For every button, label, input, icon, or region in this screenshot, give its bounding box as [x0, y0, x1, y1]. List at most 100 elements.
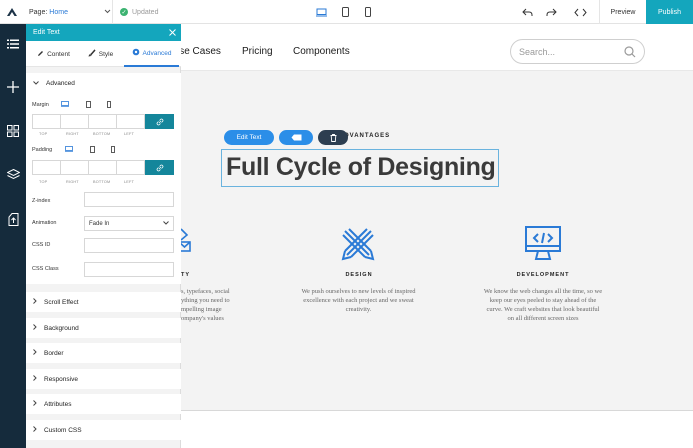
search-input[interactable]: Search... [510, 39, 645, 64]
plus-icon[interactable] [0, 75, 26, 99]
chevron-right-icon [33, 349, 37, 357]
desktop-view-button[interactable] [312, 0, 330, 24]
zindex-label: Z-index [32, 198, 51, 204]
panel-title: Edit Text [26, 24, 181, 41]
trash-icon[interactable] [318, 130, 348, 145]
nav-link-components[interactable]: Components [293, 46, 350, 57]
gear-icon [132, 48, 140, 58]
feature-text: We push ourselves to new levels of inspi… [301, 288, 416, 313]
move-handle-icon[interactable] [279, 130, 313, 145]
logo-icon[interactable] [0, 0, 24, 24]
page-select[interactable]: Page: Home [29, 0, 111, 24]
save-status-text: Updated [132, 8, 159, 16]
side-label-bottom: BOTTOM [93, 132, 111, 136]
headline[interactable]: Full Cycle of Designing [226, 153, 496, 182]
tablet-view-button[interactable] [336, 0, 354, 24]
redo-button[interactable] [541, 0, 561, 24]
chevron-down-icon [163, 220, 169, 227]
undo-button[interactable] [517, 0, 537, 24]
css-class-label: CSS Class [32, 266, 59, 272]
side-label-bottom: BOTTOM [93, 180, 111, 184]
page-select-value: Home [49, 8, 68, 16]
side-label-left: LEFT [124, 180, 135, 184]
mobile-view-button[interactable] [359, 0, 377, 24]
chevron-right-icon [33, 400, 37, 408]
desktop-icon[interactable] [65, 145, 73, 153]
section-advanced-toggle[interactable]: Advanced [26, 73, 181, 93]
panel-tabs: Content Style Advanced [26, 41, 181, 67]
left-rail [0, 24, 26, 448]
nav-link-pricing[interactable]: Pricing [242, 46, 273, 57]
feature-title: DESIGN [345, 272, 373, 278]
grid-icon[interactable] [0, 119, 26, 143]
css-id-label: CSS ID [32, 242, 51, 248]
side-label-top: TOP [39, 132, 48, 136]
margin-right-input[interactable] [60, 114, 89, 129]
chevron-right-icon [33, 426, 37, 434]
layers-list-icon[interactable] [0, 32, 26, 56]
advanced-settings: Margin TOP RIGHT BOTTOM LEFT Padding TOP… [26, 92, 181, 284]
mobile-icon[interactable] [105, 100, 113, 108]
section-custom-css-toggle[interactable]: Custom CSS [26, 420, 181, 440]
css-class-input[interactable] [84, 262, 174, 277]
design-tools-icon [340, 226, 376, 267]
element-toolbar: Edit Text [224, 130, 348, 145]
desktop-icon[interactable] [61, 100, 69, 108]
page-select-label: Page: [29, 8, 48, 16]
canvas [181, 24, 693, 448]
chevron-right-icon [33, 375, 37, 383]
tab-content[interactable]: Content [30, 41, 77, 67]
tab-style[interactable]: Style [77, 41, 124, 67]
padding-label: Padding [32, 147, 53, 153]
link-icon[interactable] [145, 114, 174, 129]
upload-icon[interactable] [0, 207, 26, 231]
stack-icon[interactable] [0, 163, 26, 187]
pencil-icon [37, 50, 44, 59]
check-circle-icon: ✓ [120, 8, 128, 16]
margin-label: Margin [32, 102, 49, 108]
preview-button[interactable]: Preview [599, 0, 646, 24]
chevron-right-icon [33, 324, 37, 332]
close-icon[interactable] [166, 24, 178, 41]
publish-button[interactable]: Publish [646, 0, 693, 24]
side-label-right: RIGHT [66, 132, 79, 136]
divider [181, 70, 693, 71]
padding-bottom-input[interactable] [88, 160, 117, 175]
side-label-right: RIGHT [66, 180, 79, 184]
chevron-down-icon [33, 80, 39, 87]
section-background-toggle[interactable]: Background [26, 318, 181, 338]
section-scroll-effect-toggle[interactable]: Scroll Effect [26, 292, 181, 312]
feature-text: We know the web changes all the time, so… [483, 288, 603, 322]
tablet-icon[interactable] [88, 145, 96, 153]
css-id-input[interactable] [84, 238, 174, 253]
margin-top-input[interactable] [32, 114, 61, 129]
margin-left-input[interactable] [116, 114, 145, 129]
mobile-icon[interactable] [109, 145, 117, 153]
tablet-icon[interactable] [84, 100, 92, 108]
padding-top-input[interactable] [32, 160, 61, 175]
section-responsive-toggle[interactable]: Responsive [26, 369, 181, 389]
search-placeholder: Search... [519, 47, 556, 57]
link-icon[interactable] [145, 160, 174, 175]
section-border-toggle[interactable]: Border [26, 343, 181, 363]
brush-icon [88, 49, 96, 59]
divider [112, 0, 113, 24]
padding-left-input[interactable] [116, 160, 145, 175]
edit-text-button[interactable]: Edit Text [224, 130, 274, 145]
zindex-input[interactable] [84, 192, 174, 207]
code-view-button[interactable] [570, 0, 590, 24]
chevron-down-icon [104, 9, 111, 16]
chevron-right-icon [33, 298, 37, 306]
save-status: ✓ Updated [120, 0, 158, 24]
tab-advanced[interactable]: Advanced [124, 41, 179, 67]
feature-title: DEVELOPMENT [516, 272, 570, 278]
animation-label: Animation [32, 220, 57, 226]
margin-bottom-input[interactable] [88, 114, 117, 129]
search-icon [624, 45, 636, 63]
padding-right-input[interactable] [60, 160, 89, 175]
side-label-left: LEFT [124, 132, 135, 136]
animation-select[interactable]: Fade In [84, 216, 174, 231]
side-label-top: TOP [39, 180, 48, 184]
feature-title: TY [181, 272, 191, 278]
section-attributes-toggle[interactable]: Attributes [26, 394, 181, 414]
